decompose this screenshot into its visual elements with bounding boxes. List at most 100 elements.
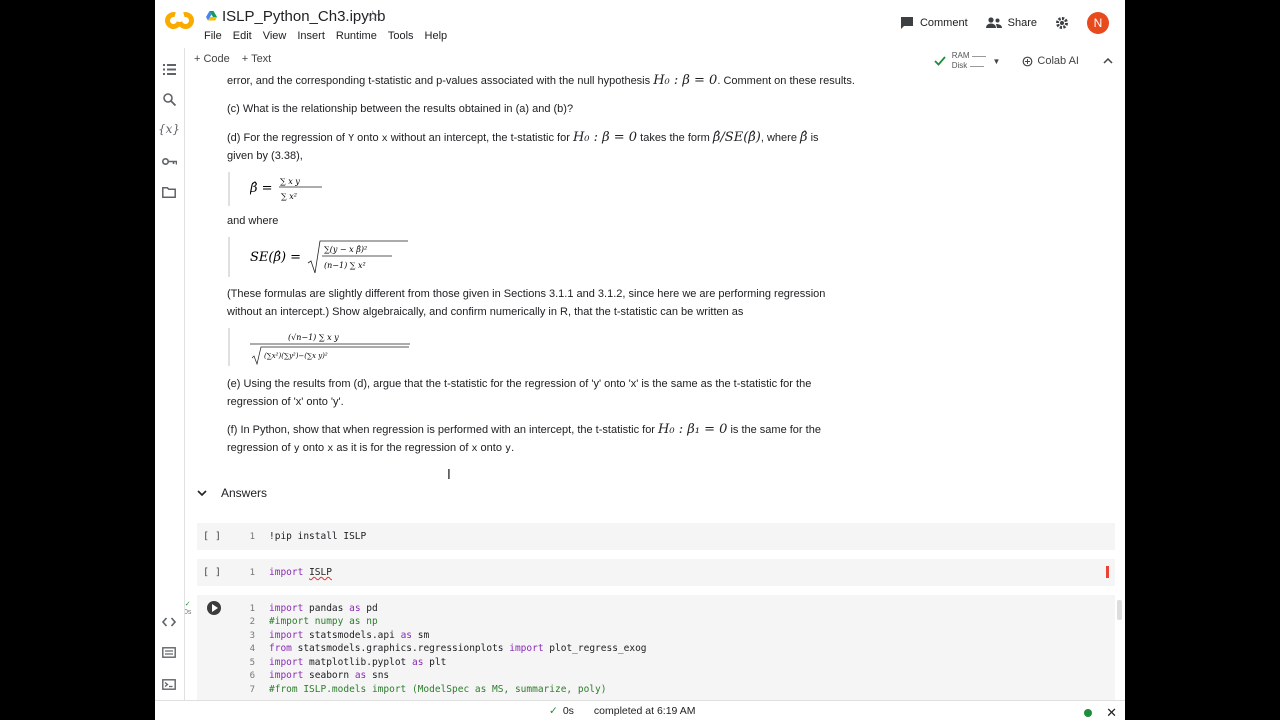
code-keyword: import — [269, 567, 304, 578]
line-number: 1 — [249, 604, 255, 614]
answers-section-header[interactable]: Answers — [197, 486, 267, 500]
code-y: y — [293, 443, 300, 454]
line-number: 6 — [249, 671, 255, 681]
md-text: (d) For the regression of — [227, 132, 345, 144]
md-text: (f) In Python, show that when regression… — [227, 424, 655, 436]
notebook-title[interactable]: ISLP_Python_Ch3.ipynb — [222, 8, 385, 25]
svg-text:(∑x²)(∑y²)−(∑x y)²: (∑x²)(∑y²)−(∑x y)² — [264, 352, 328, 360]
colab-ai-button[interactable]: Colab AI — [1022, 55, 1079, 67]
menu-tools[interactable]: Tools — [388, 30, 414, 42]
colab-logo-icon[interactable] — [161, 8, 198, 34]
scrollbar-thumb[interactable] — [1117, 600, 1122, 620]
code-x: x — [381, 133, 388, 144]
status-bar: ✓ 0s completed at 6:19 AM ✕ — [155, 700, 1125, 720]
menu-help[interactable]: Help — [425, 30, 448, 42]
question-e: (e) Using the results from (d), argue th… — [227, 378, 812, 390]
code-Y: Y — [348, 133, 355, 144]
code-cell-pip[interactable]: [ ] 1 !pip install ISLP — [197, 523, 1115, 550]
md-text: as it is for the regression of — [336, 442, 469, 454]
code-line[interactable]: import seaborn as sns — [269, 670, 389, 681]
question-d-cont: given by (3.38), — [227, 150, 303, 162]
code-line[interactable]: !pip install ISLP — [269, 531, 366, 542]
formula-t-statistic: (√n−1) ∑ x y (∑x²)(∑y²)−(∑x y)² — [228, 328, 420, 366]
formula-se-beta: SE(β̂) = ∑(y − x β̂)² (n−1) ∑ x² — [228, 237, 410, 277]
header: ISLP_Python_Ch3.ipynb ☆ File Edit View I… — [155, 0, 1125, 48]
status-time: 0s — [562, 705, 574, 717]
comment-button[interactable]: Comment — [900, 16, 968, 30]
add-code-button[interactable]: + Code — [194, 53, 230, 65]
cell-exec-indicator[interactable]: [ ] — [203, 567, 221, 578]
code-line[interactable]: import statsmodels.api as sm — [269, 630, 429, 641]
key-icon[interactable] — [160, 152, 178, 170]
md-text: takes the form — [640, 132, 710, 144]
code-line[interactable]: from statsmodels.graphics.regressionplot… — [269, 643, 647, 654]
toolbar: + Code + Text RAM Disk ▼ Colab AI — [184, 48, 1125, 72]
code-line[interactable]: import pandas as pd — [269, 603, 378, 614]
chevron-down-icon[interactable] — [197, 489, 207, 497]
terminal-icon[interactable] — [160, 675, 178, 693]
connected-dot-icon — [1084, 709, 1093, 717]
line-number: 3 — [249, 631, 255, 641]
menu-file[interactable]: File — [204, 30, 222, 42]
cell-exec-indicator[interactable]: [ ] — [203, 531, 221, 542]
text-cursor-icon: I — [447, 468, 451, 483]
folder-icon[interactable] — [160, 183, 178, 201]
colab-window: ISLP_Python_Ch3.ipynb ☆ File Edit View I… — [155, 0, 1125, 720]
code-snippets-icon[interactable] — [160, 613, 178, 631]
menu-view[interactable]: View — [263, 30, 287, 42]
line-number: 1 — [249, 568, 255, 578]
line-number: 2 — [249, 617, 255, 627]
and-where: and where — [227, 215, 279, 227]
error-marker — [1106, 566, 1109, 578]
check-icon: ✓ — [185, 601, 191, 608]
code-line[interactable]: import matplotlib.pyplot as plt — [269, 657, 446, 668]
settings-button[interactable] — [1055, 16, 1075, 30]
svg-text:(√n−1) ∑ x y: (√n−1) ∑ x y — [288, 333, 339, 342]
md-text: is the same for the — [730, 424, 821, 436]
md-text: error, and the corresponding t-statistic… — [227, 75, 651, 87]
search-icon[interactable] — [160, 90, 178, 108]
question-f-cont: regression of y onto x as it is for the … — [227, 439, 887, 458]
md-text: without an intercept, the t-statistic fo… — [390, 132, 570, 144]
code-module: ISLP — [309, 567, 332, 578]
exec-time: 0s — [185, 609, 192, 616]
svg-text:SE(β̂) =: SE(β̂) = — [250, 250, 301, 265]
code-line[interactable]: #import numpy as np — [269, 616, 378, 627]
run-cell-button[interactable] — [207, 601, 221, 615]
md-text: onto — [357, 132, 379, 144]
formula-beta-hat: β̂ = ∑ x y ∑ x² — [228, 172, 340, 206]
code-line[interactable]: #from ISLP.models import (ModelSpec as M… — [269, 684, 606, 695]
menu-insert[interactable]: Insert — [297, 30, 325, 42]
menu-edit[interactable]: Edit — [233, 30, 252, 42]
share-button[interactable]: Share — [985, 17, 1037, 29]
close-icon[interactable]: ✕ — [1106, 705, 1117, 720]
header-actions: Comment Share N — [900, 12, 1109, 34]
toc-icon[interactable] — [160, 60, 178, 78]
gear-icon — [1056, 17, 1068, 29]
math-h0-beta1: H₀ : β₁ = 0 — [658, 422, 728, 437]
drive-icon — [206, 11, 217, 21]
code-cell-imports[interactable]: 1 import pandas as pd 2 #import numpy as… — [197, 595, 1115, 700]
menu-runtime[interactable]: Runtime — [336, 30, 377, 42]
colab-ai-icon — [1023, 56, 1033, 66]
star-icon[interactable]: ☆ — [366, 7, 379, 25]
md-text: , where — [760, 132, 797, 144]
paragraph-1: (These formulas are slightly different f… — [227, 288, 826, 300]
svg-text:(n−1) ∑ x²: (n−1) ∑ x² — [324, 261, 366, 270]
answers-heading: Answers — [221, 486, 268, 500]
avatar[interactable]: N — [1087, 12, 1109, 34]
collapse-chevron-icon[interactable] — [1103, 58, 1113, 64]
md-text: . Comment on these results. — [717, 75, 855, 87]
resource-indicator[interactable]: RAM Disk — [952, 51, 987, 71]
code-line[interactable]: import ISLP — [269, 567, 332, 578]
command-palette-icon[interactable] — [160, 643, 178, 661]
disk-label: Disk — [951, 61, 968, 70]
chevron-down-icon[interactable]: ▼ — [992, 57, 1000, 66]
math-h0: H₀ : β = 0 — [653, 73, 718, 88]
add-text-button[interactable]: + Text — [242, 53, 271, 65]
connected-check-icon — [934, 56, 946, 66]
code-cell-import-islp[interactable]: [ ] 1 import ISLP — [197, 559, 1115, 586]
share-people-icon — [985, 17, 1002, 28]
variables-icon[interactable]: {x} — [158, 120, 180, 138]
svg-text:β̂ =: β̂ = — [250, 181, 273, 196]
